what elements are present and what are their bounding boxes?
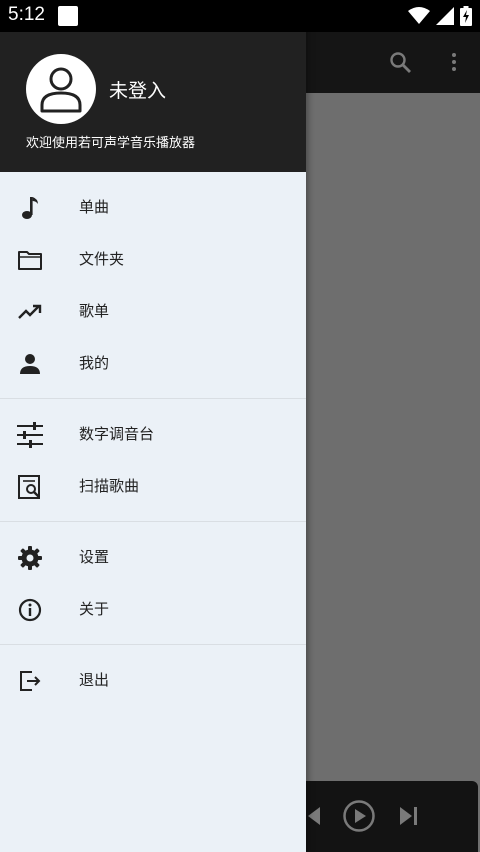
- exit-icon: [16, 667, 44, 695]
- username[interactable]: 未登入: [109, 76, 166, 103]
- welcome-text: 欢迎使用若可声学音乐播放器: [26, 136, 196, 151]
- menu-item-label: 关于: [79, 600, 110, 618]
- menu-group-system: 设置 关于: [0, 522, 306, 644]
- menu-item-label: 文件夹: [79, 250, 125, 268]
- menu-item-mixer[interactable]: 数字调音台: [0, 408, 306, 460]
- menu-item-label: 我的: [79, 354, 110, 372]
- menu-item-label: 退出: [79, 671, 110, 689]
- info-icon: [16, 596, 44, 624]
- music-note-icon: [16, 194, 44, 222]
- menu-item-settings[interactable]: 设置: [0, 531, 306, 583]
- menu-item-label: 歌单: [79, 302, 110, 320]
- menu-group-tools: 数字调音台 扫描歌曲: [0, 399, 306, 521]
- drawer-menu: 单曲 文件夹 歌单 我的 数字调音台 扫描歌曲 设置 关于 退出: [0, 172, 306, 715]
- menu-group-exit: 退出: [0, 645, 306, 715]
- status-time: 5:12: [8, 4, 45, 25]
- scan-search-icon: [16, 473, 44, 501]
- trending-up-icon: [16, 298, 44, 326]
- status-icons: [408, 6, 472, 26]
- menu-item-label: 数字调音台: [79, 425, 155, 443]
- signal-icon: [436, 7, 454, 25]
- menu-item-songs[interactable]: 单曲: [0, 181, 306, 233]
- menu-item-label: 设置: [79, 548, 110, 566]
- menu-item-exit[interactable]: 退出: [0, 654, 306, 706]
- menu-group-library: 单曲 文件夹 歌单 我的: [0, 172, 306, 398]
- battery-charging-icon: [460, 6, 472, 26]
- menu-item-label: 扫描歌曲: [79, 477, 140, 495]
- avatar[interactable]: [26, 54, 96, 124]
- folder-icon: [16, 246, 44, 274]
- wifi-icon: [408, 7, 430, 24]
- background-toolbar: [306, 32, 480, 93]
- background-content[interactable]: [306, 93, 480, 781]
- navigation-drawer: 未登入 欢迎使用若可声学音乐播放器 单曲 文件夹 歌单 我的 数字调音台 扫描歌…: [0, 0, 306, 852]
- equalizer-sliders-icon: [16, 421, 44, 449]
- menu-item-scan[interactable]: 扫描歌曲: [0, 460, 306, 512]
- notification-square-icon: [58, 6, 78, 26]
- settings-gear-icon: [16, 544, 44, 572]
- background-player-bar: [306, 781, 478, 852]
- search-icon[interactable]: [388, 50, 412, 74]
- person-icon: [16, 350, 44, 378]
- play-icon[interactable]: [342, 799, 376, 833]
- next-icon[interactable]: [398, 805, 420, 827]
- menu-item-about[interactable]: 关于: [0, 583, 306, 635]
- person-icon: [40, 67, 82, 113]
- previous-icon[interactable]: [306, 805, 322, 827]
- status-bar: 5:12: [0, 0, 480, 32]
- more-vert-icon[interactable]: [442, 50, 466, 74]
- menu-item-label: 单曲: [79, 198, 110, 216]
- menu-item-folders[interactable]: 文件夹: [0, 233, 306, 285]
- menu-item-playlists[interactable]: 歌单: [0, 285, 306, 337]
- menu-item-mine[interactable]: 我的: [0, 337, 306, 389]
